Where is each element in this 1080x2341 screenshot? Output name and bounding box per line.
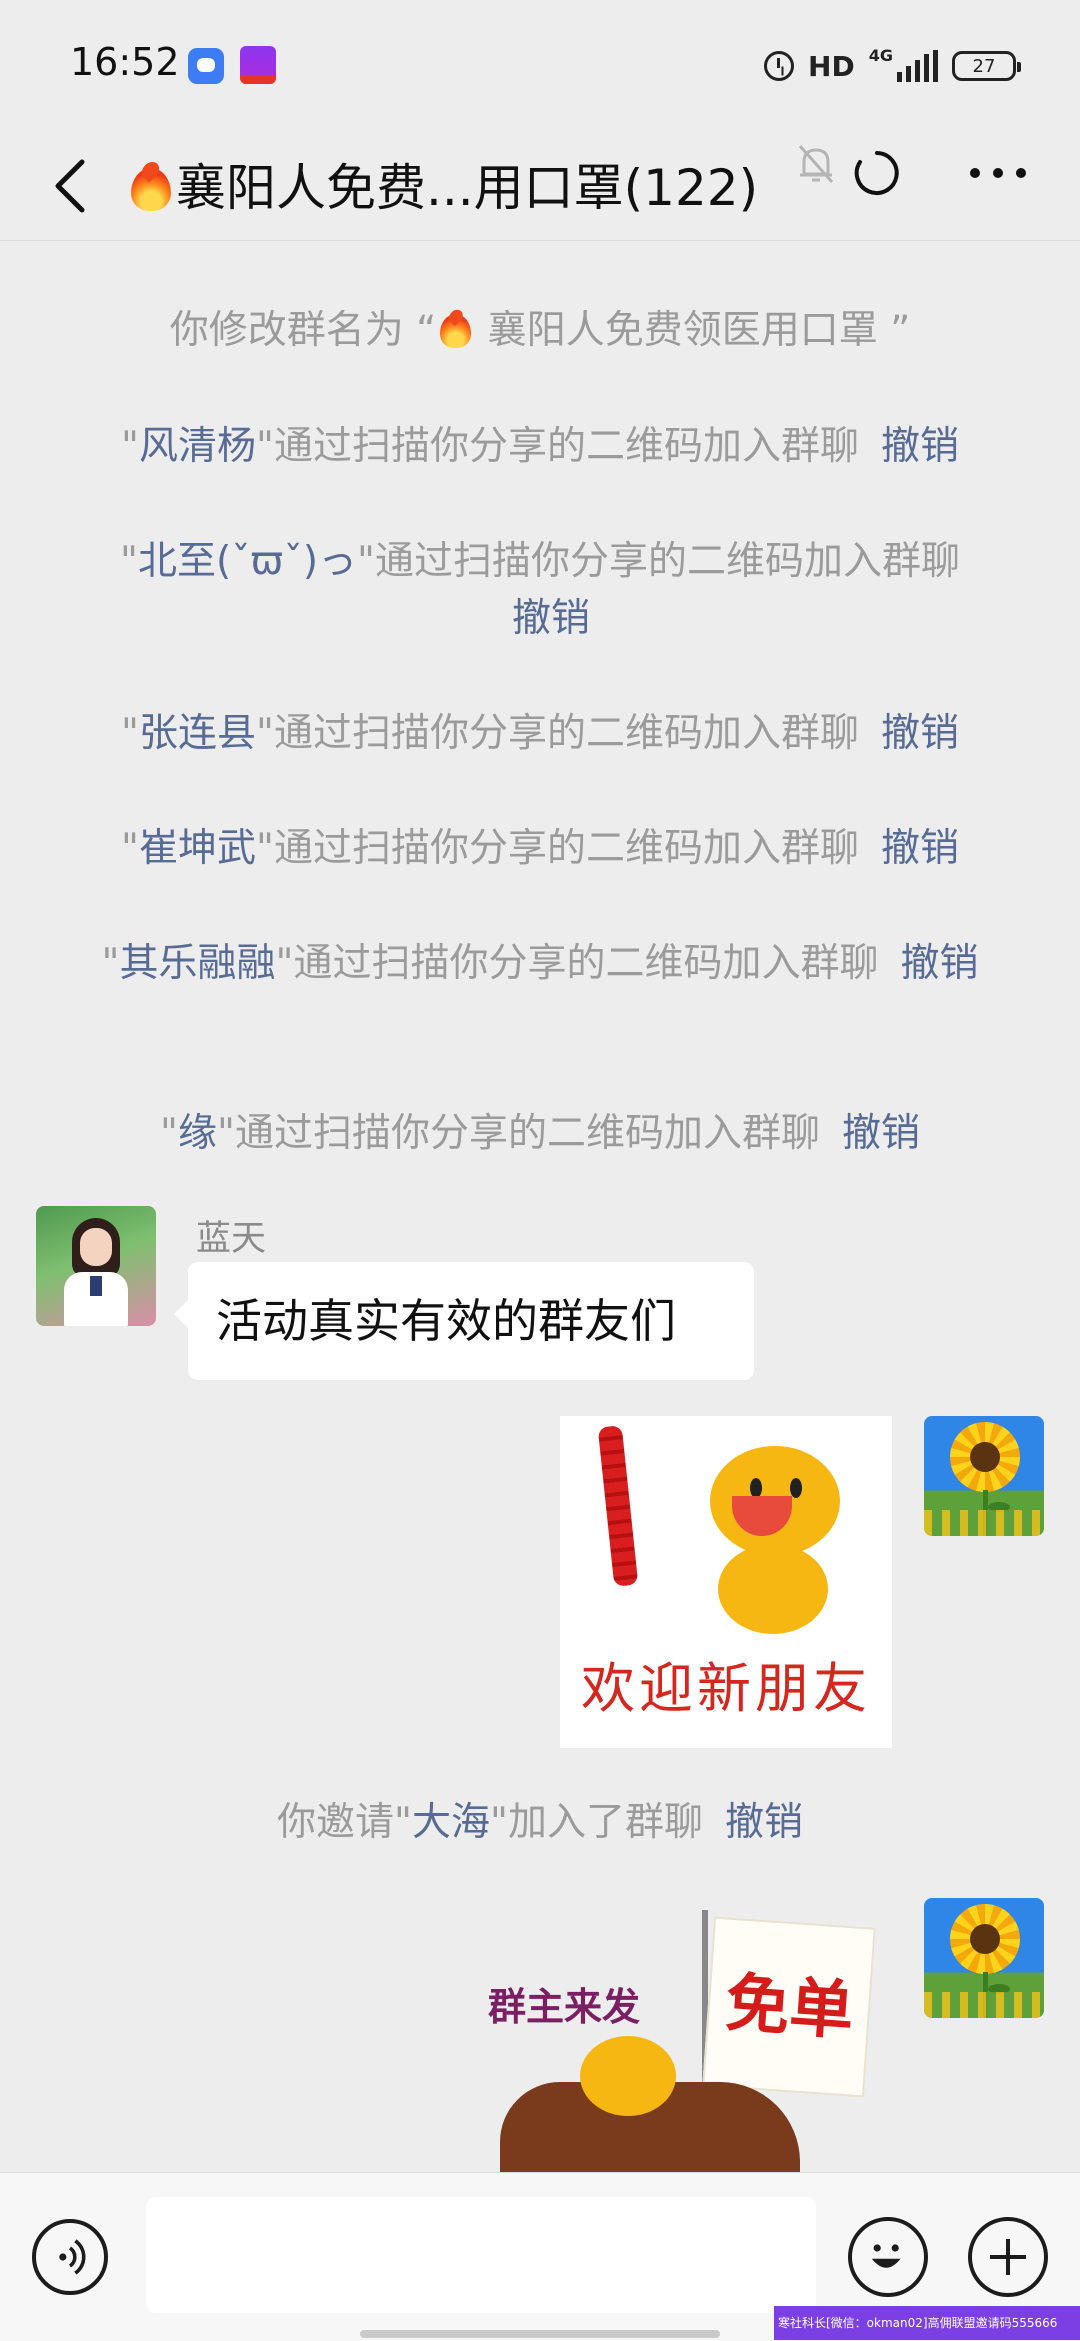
plus-icon[interactable]: [968, 2217, 1048, 2297]
fire-emoji-icon: [126, 161, 176, 211]
undo-link[interactable]: 撤销: [881, 711, 959, 756]
undo-link[interactable]: 撤销: [725, 1800, 803, 1845]
more-dots-icon[interactable]: [968, 166, 1028, 180]
join-text: "通过扫描你分享的二维码加入群聊: [357, 539, 960, 584]
member-name-link[interactable]: 张连县: [139, 711, 256, 756]
join-text: "通过扫描你分享的二维码加入群聊: [275, 941, 879, 986]
member-name-link[interactable]: 北至(ˇϖˇ)っ: [138, 539, 357, 584]
home-indicator: [360, 2330, 720, 2338]
rename-suffix: ”: [890, 308, 911, 353]
join-text: "通过扫描你分享的二维码加入群聊: [256, 826, 859, 871]
sticker-left-text: 群主来发: [488, 1984, 641, 2029]
undo-link[interactable]: 撤销: [512, 596, 590, 641]
chat-title[interactable]: 襄阳人免费...用口罩(122): [126, 148, 758, 220]
member-name-link[interactable]: 大海: [412, 1800, 490, 1845]
quote: ": [101, 941, 120, 986]
bear-icon: [580, 2036, 676, 2116]
invite-suffix: "加入了群聊: [490, 1800, 703, 1845]
sticker-flag-text: 免单: [723, 1966, 857, 2050]
my-avatar[interactable]: [924, 1898, 1044, 2018]
sender-name: 蓝天: [196, 1219, 267, 1259]
watermark-text: 寒社科长[微信：okman02]高佣联盟邀请码555666: [774, 2306, 1080, 2340]
notification-app2-icon: [240, 46, 276, 84]
battery-level: 27: [972, 55, 996, 77]
member-name-link[interactable]: 崔坤武: [139, 826, 256, 871]
quote: ": [121, 826, 139, 871]
rename-group-name: 襄阳人免费领医用口罩: [475, 308, 891, 353]
undo-link[interactable]: 撤销: [881, 424, 959, 469]
mute-bell-icon: [798, 145, 834, 183]
undo-link[interactable]: 撤销: [842, 1111, 920, 1156]
undo-link[interactable]: 撤销: [900, 941, 978, 986]
join-text: "通过扫描你分享的二维码加入群聊: [256, 424, 859, 469]
undo-link[interactable]: 撤销: [881, 826, 959, 871]
refresh-icon[interactable]: [852, 148, 902, 198]
message-input[interactable]: [146, 2197, 816, 2313]
signal-icon: [897, 50, 938, 82]
message-bubble[interactable]: 活动真实有效的群友们: [174, 1262, 754, 1380]
member-name-link[interactable]: 缘: [178, 1111, 217, 1156]
quote: ": [121, 424, 139, 469]
firecracker-icon: [597, 1425, 639, 1587]
system-message-join: "其乐融融"通过扫描你分享的二维码加入群聊 撤销: [90, 935, 990, 992]
system-message-join: "北至(ˇϖˇ)っ"通过扫描你分享的二维码加入群聊撤销: [110, 533, 970, 647]
emoji-icon[interactable]: [848, 2217, 928, 2297]
sender-avatar[interactable]: [36, 1206, 156, 1326]
system-message-rename: 你修改群名为 “ 襄阳人免费领医用口罩 ”: [90, 302, 990, 359]
system-message-join: "缘"通过扫描你分享的二维码加入群聊 撤销: [90, 1105, 990, 1162]
member-name-link[interactable]: 其乐融融: [119, 941, 275, 986]
voice-icon[interactable]: [32, 2219, 108, 2295]
hd-indicator: HD: [808, 49, 855, 83]
notification-app-icon: [188, 48, 224, 84]
alarm-icon: [764, 51, 795, 81]
my-avatar[interactable]: [924, 1416, 1044, 1536]
welcome-sticker[interactable]: 欢迎新朋友: [560, 1416, 892, 1748]
free-order-sticker[interactable]: 免单 群主来发: [440, 1896, 892, 2172]
battery-icon: 27: [952, 51, 1021, 81]
sticker-caption: 欢迎新朋友: [581, 1657, 871, 1720]
member-name-link[interactable]: 风清杨: [139, 424, 256, 469]
join-text: "通过扫描你分享的二维码加入群聊: [256, 711, 859, 756]
quote: ": [121, 711, 139, 756]
chat-title-text: 襄阳人免费...用口罩(122): [176, 159, 759, 217]
status-time: 16:52: [70, 40, 180, 84]
invite-prefix: 你邀请": [277, 1800, 412, 1845]
network-type: 4G: [868, 46, 893, 65]
chat-header: 襄阳人免费...用口罩(122): [0, 130, 1080, 242]
system-message-invite: 你邀请"大海"加入了群聊 撤销: [90, 1794, 990, 1851]
quote: ": [120, 539, 138, 584]
status-bar: 16:52 HD 4G 27: [0, 0, 1080, 130]
quote: ": [160, 1111, 178, 1156]
system-message-join: "崔坤武"通过扫描你分享的二维码加入群聊 撤销: [90, 820, 990, 877]
header-divider: [0, 240, 1080, 241]
system-message-join: "风清杨"通过扫描你分享的二维码加入群聊 撤销: [90, 418, 990, 475]
system-message-join: "张连县"通过扫描你分享的二维码加入群聊 撤销: [90, 705, 990, 762]
fire-emoji-icon: [436, 309, 475, 348]
join-text: "通过扫描你分享的二维码加入群聊: [217, 1111, 820, 1156]
back-arrow-icon[interactable]: [44, 154, 100, 218]
rename-prefix: 你修改群名为 “: [169, 308, 437, 353]
